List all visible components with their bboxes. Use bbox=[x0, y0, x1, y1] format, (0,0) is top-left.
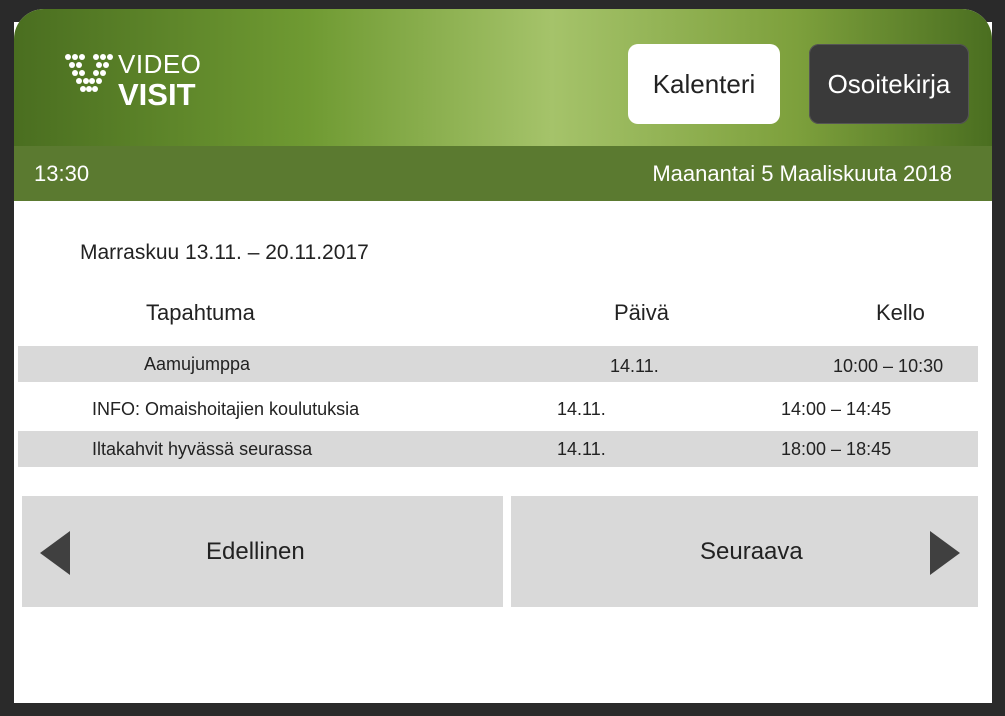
bezel-left bbox=[0, 0, 14, 716]
app-header: VIDEO VISIT Kalenteri Osoitekirja bbox=[14, 9, 992, 146]
video-visit-logo-icon bbox=[65, 54, 113, 92]
event-row[interactable]: Aamujumppa 14.11. 10:00 – 10:30 bbox=[18, 346, 978, 382]
next-button[interactable]: Seuraava bbox=[511, 496, 978, 607]
bezel-bottom bbox=[0, 703, 1005, 716]
event-time: 10:00 – 10:30 bbox=[833, 356, 944, 376]
logo: VIDEO VISIT bbox=[64, 49, 224, 119]
column-header-day: Päivä bbox=[614, 300, 670, 325]
column-header-time: Kello bbox=[876, 300, 925, 325]
previous-button[interactable]: Edellinen bbox=[22, 496, 503, 607]
event-time: 14:00 – 14:45 bbox=[781, 399, 892, 419]
event-day: 14.11. bbox=[557, 399, 606, 419]
week-label: Marraskuu 13.11. – 20.11.2017 bbox=[80, 241, 369, 264]
logo-text-visit: VISIT bbox=[118, 77, 196, 112]
current-date: Maanantai 5 Maaliskuuta 2018 bbox=[652, 161, 952, 186]
event-name: Iltakahvit hyvässä seurassa bbox=[92, 439, 313, 459]
column-header-event: Tapahtuma bbox=[146, 300, 255, 325]
event-time: 18:00 – 18:45 bbox=[781, 439, 892, 459]
tablet-device: VIDEO VISIT Kalenteri Osoitekirja 13:30 … bbox=[0, 0, 1005, 716]
current-time: 13:30 bbox=[34, 161, 90, 186]
event-name: INFO: Omaishoitajien koulutuksia bbox=[92, 399, 360, 419]
previous-label: Edellinen bbox=[206, 538, 305, 565]
bezel-right bbox=[992, 0, 1005, 716]
event-day: 14.11. bbox=[610, 356, 659, 376]
next-label: Seuraava bbox=[700, 538, 803, 565]
calendar-button[interactable]: Kalenteri bbox=[628, 44, 780, 124]
event-row[interactable]: Iltakahvit hyvässä seurassa 14.11. 18:00… bbox=[18, 431, 978, 467]
event-day: 14.11. bbox=[557, 439, 606, 459]
triangle-left-icon bbox=[40, 531, 70, 575]
status-bar: 13:30 Maanantai 5 Maaliskuuta 2018 bbox=[14, 146, 992, 201]
triangle-right-icon bbox=[930, 531, 960, 575]
event-row[interactable]: INFO: Omaishoitajien koulutuksia 14.11. … bbox=[18, 391, 978, 427]
addressbook-button[interactable]: Osoitekirja bbox=[809, 44, 969, 124]
event-name: Aamujumppa bbox=[144, 354, 251, 374]
